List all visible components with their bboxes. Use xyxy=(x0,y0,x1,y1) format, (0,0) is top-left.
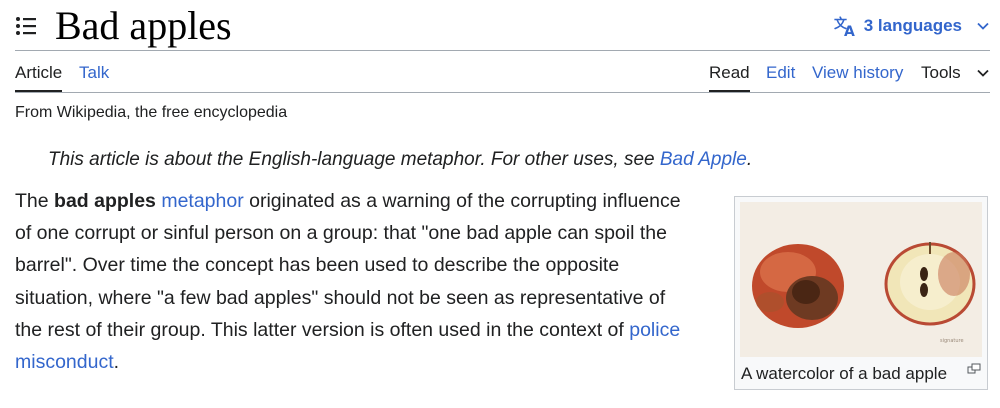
page-title: Bad apples xyxy=(55,3,232,48)
paragraph-line: of one corrupt or sinful person on a gro… xyxy=(15,222,667,245)
infobox-figure: signature A watercolor of a bad apple xyxy=(734,196,988,390)
text: . xyxy=(113,351,120,374)
metaphor-link[interactable]: metaphor xyxy=(161,190,243,212)
bold-term: bad apples xyxy=(54,190,156,212)
page-tabs: Article Talk Read Edit View history Tool… xyxy=(15,52,990,93)
police-misconduct-link[interactable]: police xyxy=(629,319,680,341)
bad-apple-image[interactable]: signature xyxy=(740,202,982,357)
paragraph-line: situation, where "a few bad apples" shou… xyxy=(15,286,666,309)
tab-edit[interactable]: Edit xyxy=(766,62,795,84)
text: originated as a warning of the corruptin… xyxy=(243,190,681,212)
svg-text:signature: signature xyxy=(940,338,964,344)
paragraph-line: The bad apples metaphor originated as a … xyxy=(15,185,705,217)
lead-paragraph: The bad apples metaphor originated as a … xyxy=(15,185,705,378)
figure-caption: A watercolor of a bad apple xyxy=(741,364,948,383)
page-header: Bad apples 文 A 3 languages xyxy=(15,0,990,51)
site-tagline: From Wikipedia, the free encyclopedia xyxy=(15,104,288,121)
language-button[interactable]: 文 A 3 languages xyxy=(834,12,990,40)
paragraph-line: barrel". Over time the concept has been … xyxy=(15,254,620,277)
text: the rest of their group. This latter ver… xyxy=(15,318,630,341)
paragraph-line: the rest of their group. This latter ver… xyxy=(15,314,705,346)
police-misconduct-link[interactable]: misconduct xyxy=(15,351,114,373)
text: The xyxy=(15,190,55,212)
hatnote-suffix: . xyxy=(746,149,753,170)
tab-read[interactable]: Read xyxy=(709,62,750,92)
hatnote: This article is about the English-langua… xyxy=(48,147,752,173)
chevron-down-icon[interactable] xyxy=(976,66,990,80)
enlarge-icon[interactable] xyxy=(967,363,981,375)
hatnote-link[interactable]: Bad Apple xyxy=(660,149,747,170)
language-icon: 文 A xyxy=(834,16,855,38)
tab-tools[interactable]: Tools xyxy=(921,62,961,84)
hatnote-text: This article is about the English-langua… xyxy=(48,149,660,170)
svg-text:A: A xyxy=(844,24,855,38)
tab-article[interactable]: Article xyxy=(15,62,63,92)
toc-icon[interactable] xyxy=(15,15,37,37)
language-label: 3 languages xyxy=(863,16,962,35)
tab-talk[interactable]: Talk xyxy=(79,62,109,84)
tab-view-history[interactable]: View history xyxy=(812,62,903,84)
chevron-down-icon xyxy=(977,22,989,30)
paragraph-line: misconduct. xyxy=(15,346,705,378)
